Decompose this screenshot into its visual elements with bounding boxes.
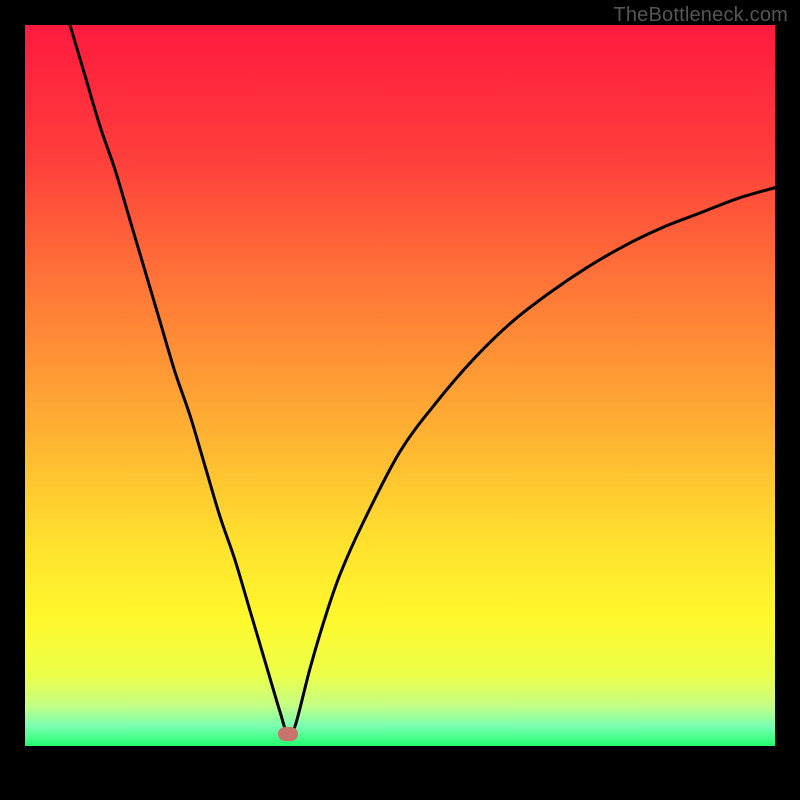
optimum-marker <box>278 727 298 741</box>
gradient-background <box>25 25 775 748</box>
plot-frame <box>25 25 775 775</box>
chart-stage: TheBottleneck.com <box>0 0 800 800</box>
plot-svg <box>25 25 775 748</box>
plot-area <box>25 25 775 748</box>
watermark-text: TheBottleneck.com <box>613 4 788 27</box>
